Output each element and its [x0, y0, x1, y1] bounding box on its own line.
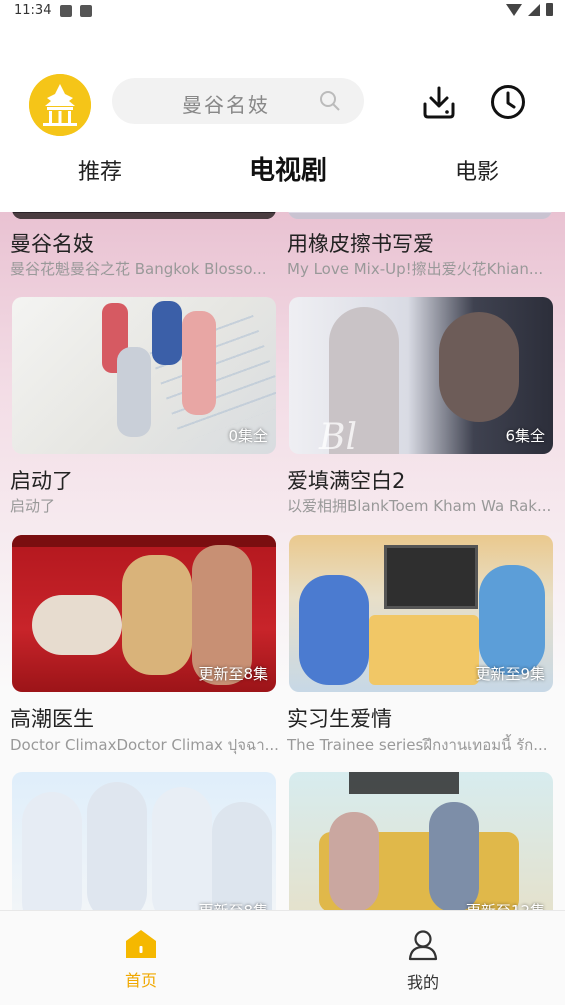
poster-3[interactable]: 0集全	[12, 297, 276, 454]
notification-square-icon	[80, 5, 92, 17]
episode-badge: 更新至12集	[466, 900, 545, 910]
signal-icon	[528, 3, 540, 16]
item-subtitle: Doctor ClimaxDoctor Climax ปุจฉา...	[10, 736, 279, 754]
poster-2[interactable]	[288, 212, 552, 219]
episode-badge: 更新至8集	[198, 900, 268, 910]
item-subtitle: The Trainee seriesฝึกงานเทอมนี้ รัก...	[287, 736, 548, 754]
item-title[interactable]: 曼谷名妓	[10, 228, 94, 258]
history-clock-icon[interactable]	[488, 82, 528, 122]
poster-7[interactable]: 更新至8集	[12, 772, 276, 910]
temple-logo-icon	[29, 74, 91, 136]
tab-tv-series[interactable]: 电视剧	[249, 150, 327, 187]
status-bar: 11:34	[0, 0, 565, 24]
poster-1[interactable]	[12, 212, 276, 219]
tab-recommend[interactable]: 推荐	[78, 154, 122, 186]
app-header: 曼谷名妓 推荐 电视剧 电影	[0, 24, 565, 212]
tv-series-grid[interactable]: 曼谷名妓 曼谷花魁曼谷之花 Bangkok Blosso... 用橡皮擦书写爱 …	[0, 212, 565, 910]
profile-icon	[408, 930, 438, 961]
item-subtitle: 启动了	[10, 497, 56, 515]
item-title[interactable]: 高潮医生	[10, 703, 94, 733]
tab-movies[interactable]: 电影	[455, 154, 499, 186]
item-title[interactable]: 爱填满空白2	[287, 465, 405, 495]
episode-badge: 更新至9集	[475, 665, 545, 683]
item-subtitle: 以爱相拥BlankToem Kham Wa Rak...	[287, 497, 552, 515]
poster-5[interactable]: 更新至8集	[12, 535, 276, 692]
notification-a-icon	[60, 5, 72, 17]
search-icon[interactable]	[318, 89, 342, 113]
item-subtitle: 曼谷花魁曼谷之花 Bangkok Blosso...	[10, 260, 267, 278]
search-placeholder: 曼谷名妓	[182, 93, 270, 117]
search-bar[interactable]: 曼谷名妓	[112, 78, 364, 124]
episode-badge: 更新至8集	[198, 665, 268, 683]
episode-badge: 0集全	[228, 427, 268, 445]
status-time: 11:34	[14, 3, 52, 18]
item-title[interactable]: 用橡皮擦书写爱	[287, 228, 434, 258]
battery-icon	[546, 3, 553, 16]
home-icon	[126, 930, 156, 958]
episode-badge: 6集全	[505, 427, 545, 445]
nav-home-label: 首页	[124, 971, 157, 990]
item-title[interactable]: 实习生爱情	[287, 703, 392, 733]
app-logo[interactable]	[29, 74, 91, 136]
download-icon[interactable]	[419, 82, 459, 122]
status-indicators	[506, 3, 553, 16]
nav-profile-label: 我的	[406, 973, 439, 992]
item-subtitle: My Love Mix-Up!擦出爱火花Khian...	[287, 260, 544, 278]
poster-6[interactable]: 更新至9集	[289, 535, 553, 692]
poster-8[interactable]: 更新至12集	[289, 772, 553, 910]
item-title[interactable]: 启动了	[10, 465, 73, 495]
bottom-navigation: 首页 我的	[0, 910, 565, 1005]
wifi-icon	[506, 3, 522, 16]
poster-4[interactable]: Bl 6集全	[289, 297, 553, 454]
nav-home[interactable]: 首页	[111, 929, 171, 991]
nav-profile[interactable]: 我的	[393, 929, 453, 993]
